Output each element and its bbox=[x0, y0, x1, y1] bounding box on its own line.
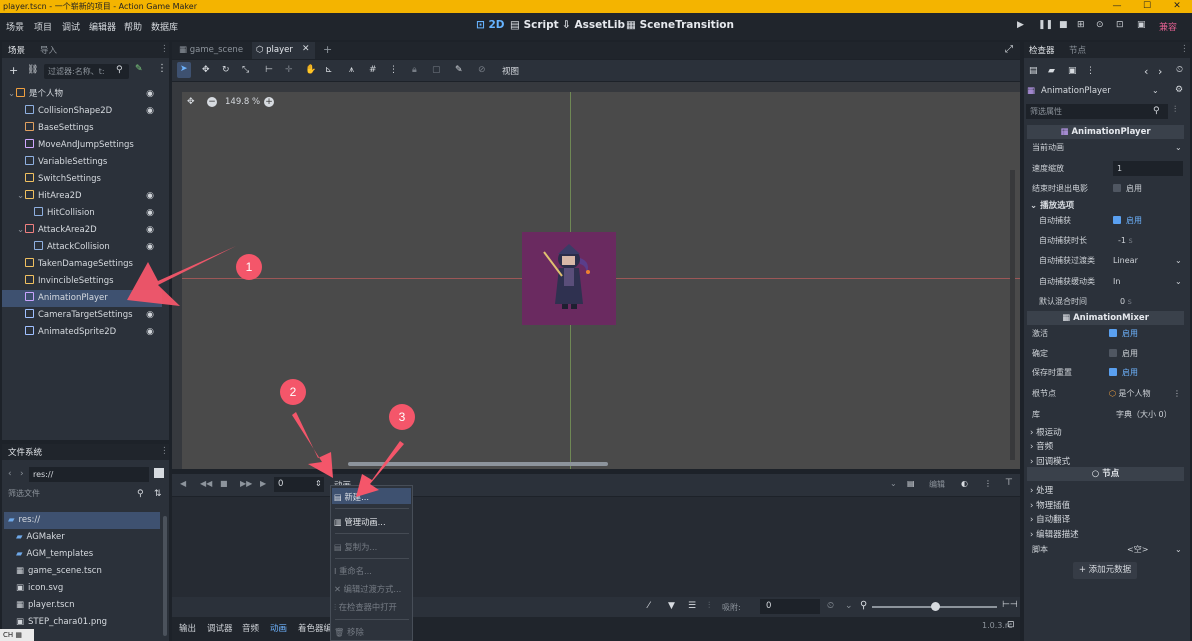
annotation-badge-3: 3 bbox=[389, 404, 415, 430]
annotation-badge-2: 2 bbox=[280, 379, 306, 405]
arrow-3-icon bbox=[356, 441, 404, 497]
ime-label: CH bbox=[3, 631, 14, 639]
ime-indicator[interactable]: CH ▦ bbox=[0, 629, 34, 641]
arrow-2-icon bbox=[292, 412, 333, 478]
annotation-overlay bbox=[127, 246, 404, 497]
annotation-badge-1: 1 bbox=[236, 254, 262, 280]
arrow-1-icon bbox=[127, 246, 236, 306]
